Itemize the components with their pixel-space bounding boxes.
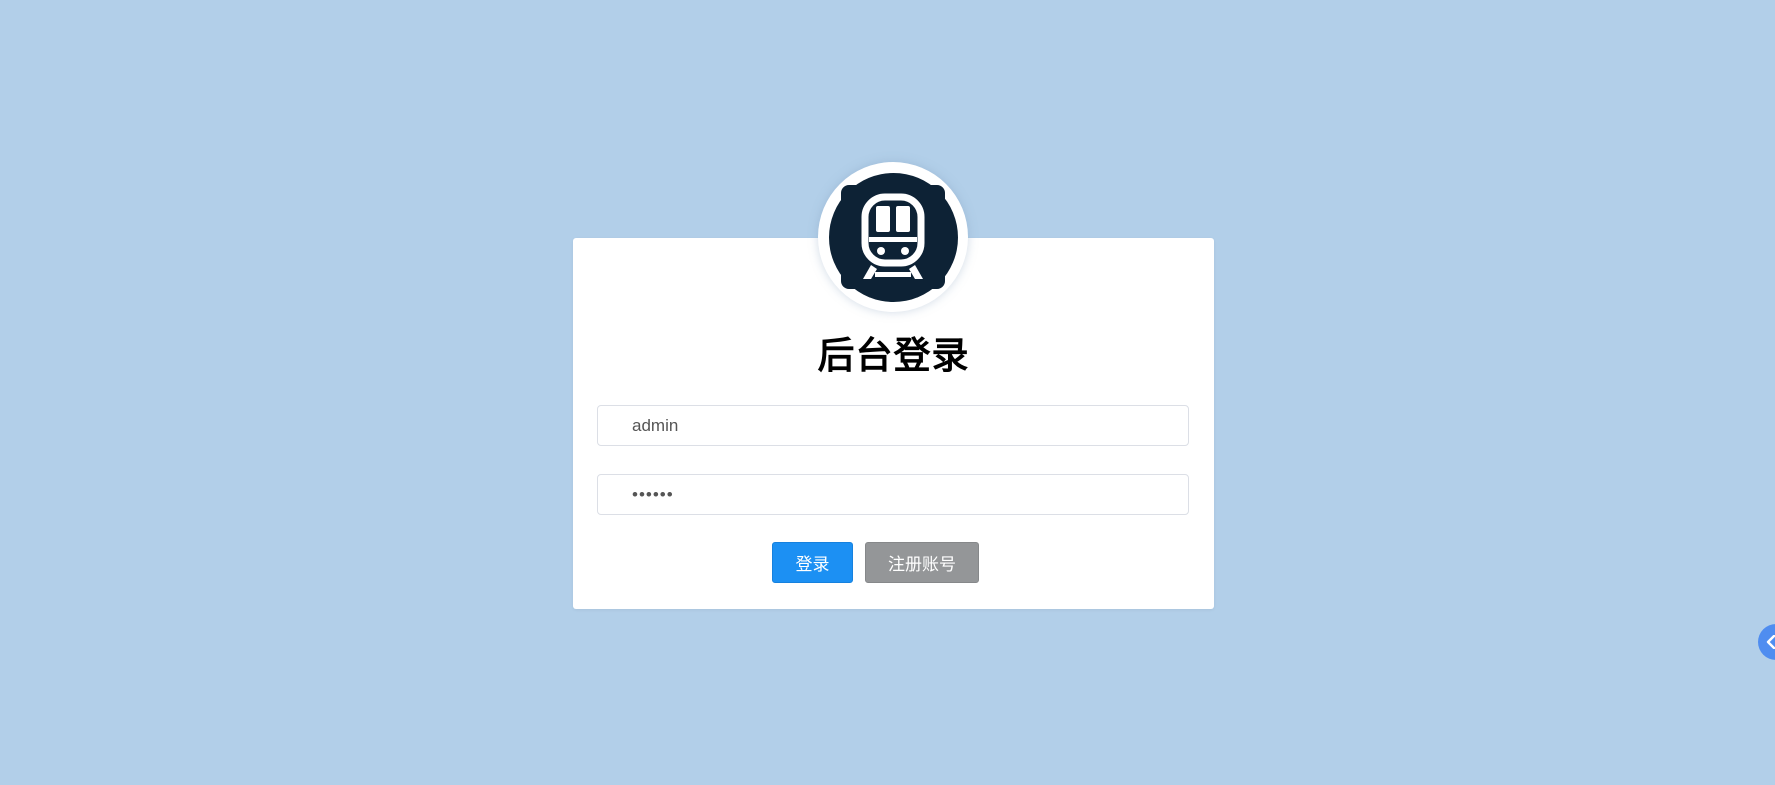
side-panel-toggle[interactable] [1758,624,1775,660]
train-icon [841,185,945,289]
password-input[interactable] [597,474,1189,515]
register-button[interactable]: 注册账号 [865,542,979,583]
login-button[interactable]: 登录 [772,542,853,583]
chevron-left-icon [1766,635,1775,649]
username-input[interactable] [597,405,1189,446]
page-title: 后台登录 [817,334,970,377]
logo [818,162,968,312]
logo-circle [828,172,958,302]
